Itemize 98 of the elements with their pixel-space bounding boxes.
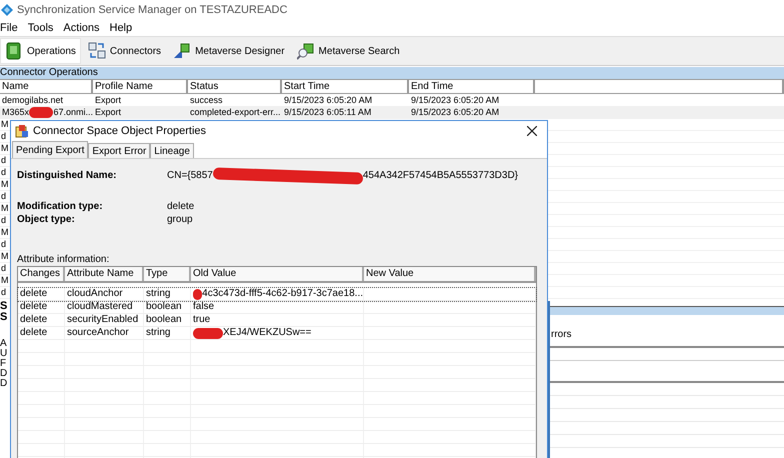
table-cell: delete [18, 301, 65, 313]
cube-icon [173, 42, 192, 60]
table-cell-text: 9/15/2023 6:05:20 AM [283, 95, 374, 106]
search-icon [296, 42, 315, 60]
redaction-mark [29, 107, 54, 118]
table-cell-text: demogilabs.net [1, 95, 64, 106]
column-header[interactable]: End Time [409, 80, 535, 93]
redaction-mark [193, 328, 223, 338]
table-cell: false [191, 301, 364, 313]
field-label: rrors [550, 329, 573, 340]
field-label: Object type: [17, 214, 76, 225]
field-value: delete [167, 201, 194, 212]
table-cell: sourceAnchor [65, 327, 144, 339]
close-icon [527, 126, 537, 136]
table-cell: M [0, 251, 8, 262]
table-cell-text: d [0, 131, 8, 142]
properties-icon [15, 124, 29, 138]
table-cell: string [144, 288, 191, 300]
table-row[interactable]: M365x 67.onmi... Export completed-export-err... 9/15/2023 6:05:11 AM 9/15/2023 6:05:20 AM [0, 107, 784, 119]
menu-item[interactable]: File [0, 22, 18, 34]
table-cell-text: d [0, 167, 8, 178]
table-cell: delete [18, 327, 65, 339]
table-cell: true [191, 314, 364, 326]
table-cell-text: d [0, 155, 8, 166]
table-cell-text: Export [94, 95, 122, 106]
table-cell: M [0, 143, 8, 154]
toolbar-button[interactable]: Metaverse Search [292, 38, 405, 64]
table-cell: M [0, 227, 8, 238]
field-label: Distinguished Name: [17, 170, 118, 181]
section-label: S [0, 301, 8, 312]
column-header[interactable]: Attribute Name [65, 267, 144, 281]
table-cell: boolean [144, 314, 191, 326]
list-item: A [0, 339, 8, 349]
field-label: Modification type: [17, 201, 104, 212]
table-cell: boolean [144, 301, 191, 313]
table-cell-text: d [0, 239, 8, 250]
table-cell: delete [18, 288, 65, 300]
table-row[interactable]: delete sourceAnchor string XEJ4/WEKZUSw== [18, 327, 536, 340]
toolbar-button[interactable]: Connectors [82, 38, 166, 64]
table-cell: M [0, 119, 8, 130]
list-item: D [0, 369, 8, 379]
table-row[interactable]: delete cloudAnchor string 4c3c473d-fff5-4c62-b917-3c7ae18... [18, 288, 536, 301]
table-cell: string [144, 327, 191, 339]
dialog-title: Connector Space Object Properties [33, 125, 208, 137]
menu-item[interactable]: Help [110, 22, 132, 34]
field-value: group [167, 214, 193, 225]
column-header[interactable]: Old Value [191, 267, 364, 281]
table-cell: cloudMastered [65, 301, 144, 313]
menu-item[interactable]: Actions [63, 22, 100, 34]
redaction-mark [193, 288, 202, 300]
book-icon [5, 42, 23, 60]
cell-text: XEJ4/WEKZUSw== [223, 327, 312, 339]
column-header[interactable]: Status [188, 80, 282, 93]
table-cell: M [0, 203, 8, 214]
column-header[interactable]: Type [144, 267, 191, 281]
column-header[interactable]: Changes [18, 267, 65, 281]
table-cell-text: 9/15/2023 6:05:11 AM [283, 107, 372, 118]
list-item: D [0, 379, 8, 389]
field-value: CN={5857 [167, 170, 213, 181]
table-cell-text: success [189, 95, 224, 106]
table-cell: M [0, 179, 8, 190]
table-cell-text: 9/15/2023 6:05:20 AM [410, 95, 500, 106]
cell-text: 67.onmi... [53, 107, 93, 118]
table-cell-text: 9/15/2023 6:05:20 AM [410, 107, 500, 118]
table-row[interactable]: delete cloudMastered boolean false [18, 301, 536, 314]
table-cell: securityEnabled [65, 314, 144, 326]
column-header[interactable]: Start Time [282, 80, 409, 93]
section-header: Connector Operations [0, 67, 784, 79]
connectors-icon [88, 42, 106, 60]
tab[interactable]: Lineage [150, 143, 194, 158]
menu-item[interactable]: Tools [28, 22, 54, 34]
input-field[interactable] [550, 346, 784, 361]
table-row[interactable]: delete securityEnabled boolean true [18, 314, 536, 327]
table-cell: cloudAnchor [65, 288, 144, 300]
column-header[interactable]: New Value [364, 267, 536, 281]
section-label: S [0, 312, 8, 323]
list-item: F [0, 359, 8, 369]
list-item: U [0, 349, 8, 359]
toolbar-button[interactable]: Metaverse Designer [168, 38, 290, 64]
app-logo-icon [1, 4, 13, 16]
table-cell-text: d [0, 215, 8, 226]
tab[interactable]: Export Error [88, 143, 150, 158]
tab[interactable]: Pending Export [12, 141, 88, 158]
field-value: 454A342F57454B5A5553773D3D} [362, 170, 518, 181]
window-title: Synchronization Service Manager on TESTAZUREADC [17, 4, 288, 16]
cell-text: 4c3c473d-fff5-4c62-b917-3c7ae18... [202, 288, 363, 300]
table-cell-text: d [0, 191, 8, 202]
column-header[interactable]: Profile Name [93, 80, 188, 93]
table-cell-text: Export [94, 107, 122, 118]
cell-text: M365x [2, 107, 30, 118]
table-cell-text: d [0, 263, 8, 274]
table-cell-text: completed-export-err... [189, 107, 282, 118]
table-cell: M [0, 275, 8, 286]
section-label: Attribute information: [17, 254, 110, 265]
table-cell-text: d [0, 287, 8, 298]
toolbar-button[interactable]: Operations [0, 38, 81, 64]
column-header[interactable]: Name [0, 80, 93, 93]
table-cell: delete [18, 314, 65, 326]
